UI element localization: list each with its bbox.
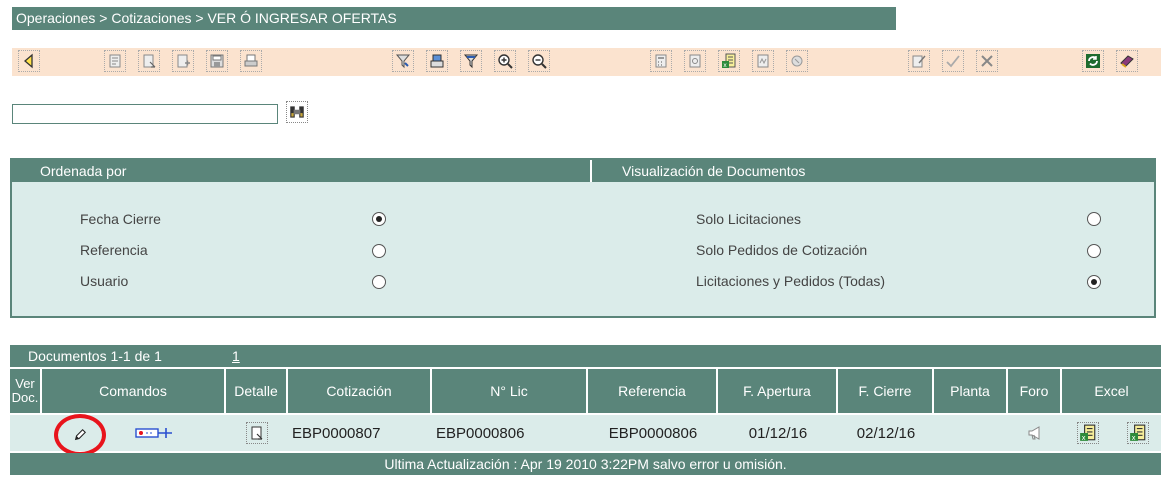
visualization-header: Visualización de Documentos <box>622 163 806 179</box>
visual-solo-licitaciones-radio[interactable] <box>1087 212 1101 226</box>
approve-icon[interactable] <box>942 50 964 72</box>
col-f-apertura: F. Apertura <box>718 369 838 413</box>
sign-icon[interactable] <box>908 50 930 72</box>
svg-text:x: x <box>1082 434 1086 442</box>
order-option-label: Referencia <box>80 242 148 258</box>
col-cotizacion: Cotización <box>288 369 432 413</box>
col-foro: Foro <box>1008 369 1062 413</box>
order-option-label: Usuario <box>80 273 129 289</box>
svg-text:x: x <box>1132 434 1136 442</box>
print-icon[interactable] <box>240 50 262 72</box>
col-referencia: Referencia <box>588 369 718 413</box>
page-link[interactable]: 1 <box>232 345 240 367</box>
refresh-icon[interactable] <box>1082 50 1104 72</box>
filter-remove-icon[interactable] <box>460 50 482 72</box>
detail-cell <box>226 415 288 451</box>
header-divider <box>590 160 592 182</box>
back-icon[interactable] <box>18 50 40 72</box>
excel-export-icon[interactable]: x <box>1077 422 1099 444</box>
excel-export-icon[interactable]: x <box>1127 422 1149 444</box>
syringe-icon[interactable] <box>134 425 174 441</box>
megaphone-icon[interactable] <box>1027 425 1043 441</box>
foro-cell <box>1008 415 1062 451</box>
visual-option-label: Licitaciones y Pedidos (Todas) <box>696 273 886 289</box>
save-icon[interactable] <box>206 50 228 72</box>
order-usuario-radio[interactable] <box>372 275 386 289</box>
highlight-circle <box>54 414 106 456</box>
delete-icon[interactable] <box>786 50 808 72</box>
col-comandos: Comandos <box>42 369 226 413</box>
cell-planta <box>934 415 1008 451</box>
attach-icon[interactable] <box>684 50 706 72</box>
pdf-icon[interactable] <box>752 50 774 72</box>
documents-count-bar: Documentos 1-1 de 1 1 <box>10 345 1161 367</box>
command-cell <box>122 415 186 451</box>
filter-icon[interactable] <box>392 50 414 72</box>
edit-pencil-icon[interactable] <box>73 428 87 442</box>
excel-cell: x <box>1068 415 1108 451</box>
documents-table: Documentos 1-1 de 1 1 Ver Doc. Comandos … <box>10 345 1161 485</box>
visual-todas-radio[interactable] <box>1087 275 1101 289</box>
calculator-icon[interactable] <box>650 50 672 72</box>
cell-cotizacion[interactable]: EBP0000807 <box>288 415 432 451</box>
col-n-lic: N° Lic <box>432 369 588 413</box>
add-doc-icon[interactable] <box>172 50 194 72</box>
zoom-out-icon[interactable] <box>528 50 550 72</box>
visual-option-label: Solo Pedidos de Cotización <box>696 242 868 258</box>
print-preview-icon[interactable] <box>426 50 448 72</box>
options-panel: Ordenada por Visualización de Documentos… <box>10 158 1156 318</box>
order-option-label: Fecha Cierre <box>80 211 161 227</box>
col-ver-doc: Ver Doc. <box>10 369 42 413</box>
options-header: Ordenada por Visualización de Documentos <box>12 160 1154 182</box>
col-f-cierre: F. Cierre <box>838 369 934 413</box>
reject-icon[interactable] <box>976 50 998 72</box>
table-header: Ver Doc. Comandos Detalle Cotización N° … <box>10 369 1161 413</box>
col-excel: Excel <box>1062 369 1161 413</box>
edit-command-cell <box>50 414 110 456</box>
ordered-by-header: Ordenada por <box>40 163 127 179</box>
toolbar: x <box>12 48 1161 76</box>
order-fecha-cierre-radio[interactable] <box>372 212 386 226</box>
breadcrumb: Operaciones > Cotizaciones > VER Ó INGRE… <box>12 7 896 30</box>
search-input[interactable] <box>12 104 278 124</box>
last-update-footer: Ultima Actualización : Apr 19 2010 3:22P… <box>10 453 1161 475</box>
edit-doc-icon[interactable] <box>138 50 160 72</box>
zoom-in-icon[interactable] <box>494 50 516 72</box>
visual-option-label: Solo Licitaciones <box>696 211 802 227</box>
documents-count: Documentos 1-1 de 1 <box>28 348 162 364</box>
col-planta: Planta <box>934 369 1008 413</box>
excel-icon[interactable]: x <box>718 50 740 72</box>
help-book-icon[interactable] <box>1116 50 1138 72</box>
svg-text:x: x <box>723 62 727 69</box>
cell-f-apertura: 01/12/16 <box>748 424 808 442</box>
excel-cell: x <box>1118 415 1158 451</box>
cell-n-lic: EBP0000806 <box>436 424 525 442</box>
table-row: EBP0000807 EBP0000806 EBP0000806 01/12/1… <box>10 414 1161 456</box>
binoculars-search-icon[interactable] <box>286 101 308 123</box>
list-icon[interactable] <box>104 50 126 72</box>
order-referencia-radio[interactable] <box>372 244 386 258</box>
visual-solo-pedidos-radio[interactable] <box>1087 244 1101 258</box>
cell-referencia: EBP0000806 <box>608 424 698 442</box>
col-detalle: Detalle <box>226 369 288 413</box>
cell-f-cierre: 02/12/16 <box>856 424 916 442</box>
detail-doc-icon[interactable] <box>246 422 268 444</box>
